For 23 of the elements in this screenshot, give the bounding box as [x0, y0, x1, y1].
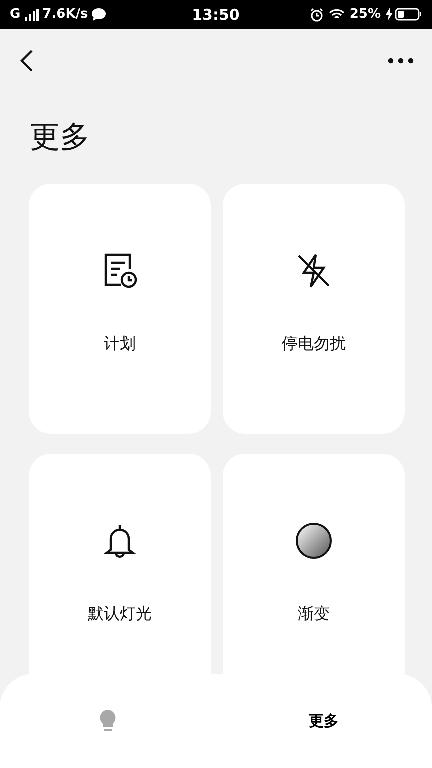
signal-icon — [24, 8, 39, 20]
card-label: 默认灯光 — [88, 604, 152, 625]
gradient-circle-icon — [295, 522, 333, 560]
chat-bubble-icon — [92, 8, 106, 21]
more-dots-icon — [388, 58, 414, 64]
feature-card[interactable]: 渐变 — [223, 454, 405, 674]
network-type: G — [10, 7, 21, 22]
battery-charging-icon — [386, 8, 422, 21]
battery-percent: 25% — [350, 7, 381, 22]
feature-card[interactable]: 默认灯光 — [29, 454, 211, 674]
nav-tab[interactable]: 更多 — [216, 701, 432, 741]
feature-card[interactable]: 停电勿扰 — [223, 184, 405, 434]
clock-time: 13:50 — [192, 6, 240, 24]
card-label: 计划 — [104, 334, 136, 355]
card-label: 渐变 — [298, 604, 330, 625]
alarm-icon — [310, 8, 324, 22]
page-title: 更多 — [30, 119, 91, 157]
card-label: 停电勿扰 — [282, 334, 346, 355]
feature-card[interactable]: 计划 — [29, 184, 211, 434]
bell-icon — [101, 522, 139, 560]
lightbulb-icon — [99, 709, 117, 733]
wifi-icon — [328, 8, 345, 21]
network-speed: 7.6K/s — [42, 7, 88, 22]
